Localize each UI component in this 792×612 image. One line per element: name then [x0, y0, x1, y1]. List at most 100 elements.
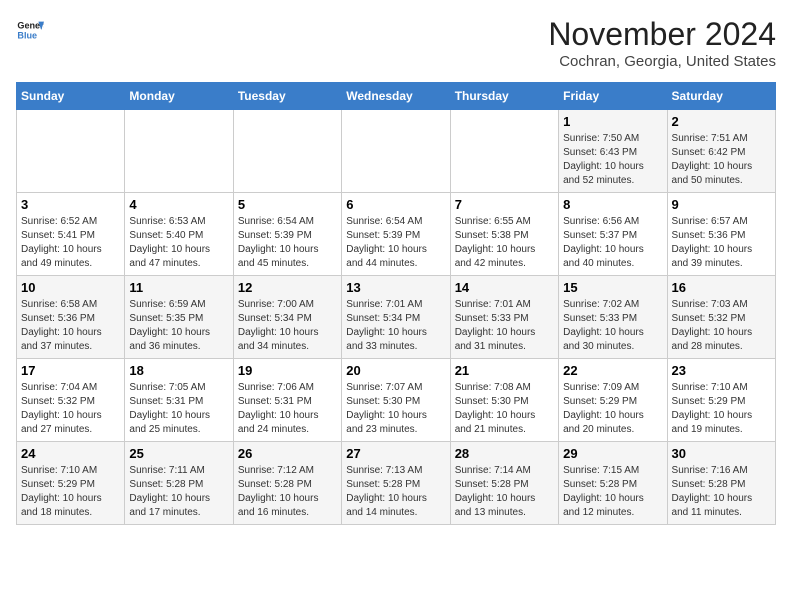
day-number: 28	[455, 446, 554, 461]
calendar-cell: 16 Sunrise: 7:03 AM Sunset: 5:32 PM Dayli…	[667, 276, 775, 359]
day-info: Sunrise: 7:16 AM Sunset: 5:28 PM Dayligh…	[672, 464, 771, 520]
calendar-cell: 21 Sunrise: 7:08 AM Sunset: 5:30 PM Dayli…	[450, 359, 558, 442]
calendar-cell: 5 Sunrise: 6:54 AM Sunset: 5:39 PM Daylig…	[233, 193, 341, 276]
calendar-cell	[125, 110, 233, 193]
day-number: 24	[21, 446, 120, 461]
calendar-cell: 6 Sunrise: 6:54 AM Sunset: 5:39 PM Daylig…	[342, 193, 450, 276]
calendar-cell: 24 Sunrise: 7:10 AM Sunset: 5:29 PM Dayli…	[17, 442, 125, 525]
day-number: 3	[21, 197, 120, 212]
page-header: General Blue November 2024 Cochran, Geor…	[16, 16, 776, 70]
day-info: Sunrise: 6:54 AM Sunset: 5:39 PM Dayligh…	[346, 215, 445, 271]
day-number: 7	[455, 197, 554, 212]
logo: General Blue	[16, 16, 44, 44]
day-info: Sunrise: 6:53 AM Sunset: 5:40 PM Dayligh…	[129, 215, 228, 271]
calendar-cell: 19Sunrise: 7:06 AM Sunset: 5:31 PM Dayli…	[233, 359, 341, 442]
calendar-cell: 7 Sunrise: 6:55 AM Sunset: 5:38 PM Daylig…	[450, 193, 558, 276]
calendar-cell: 30 Sunrise: 7:16 AM Sunset: 5:28 PM Dayli…	[667, 442, 775, 525]
calendar-week-row: 10 Sunrise: 6:58 AM Sunset: 5:36 PM Dayli…	[17, 276, 776, 359]
calendar-cell: 18Sunrise: 7:05 AM Sunset: 5:31 PM Dayli…	[125, 359, 233, 442]
calendar-subtitle: Cochran, Georgia, United States	[548, 53, 776, 70]
day-number: 25	[129, 446, 228, 461]
day-number: 8	[563, 197, 662, 212]
calendar-cell	[17, 110, 125, 193]
calendar-cell: 29Sunrise: 7:15 AM Sunset: 5:28 PM Dayli…	[559, 442, 667, 525]
day-number: 4	[129, 197, 228, 212]
day-info: Sunrise: 7:10 AM Sunset: 5:29 PM Dayligh…	[672, 381, 771, 437]
day-info: Sunrise: 7:01 AM Sunset: 5:34 PM Dayligh…	[346, 298, 445, 354]
day-info: Sunrise: 7:50 AM Sunset: 6:43 PM Dayligh…	[563, 132, 662, 188]
day-info: Sunrise: 7:09 AM Sunset: 5:29 PM Dayligh…	[563, 381, 662, 437]
day-info: Sunrise: 6:58 AM Sunset: 5:36 PM Dayligh…	[21, 298, 120, 354]
day-info: Sunrise: 6:57 AM Sunset: 5:36 PM Dayligh…	[672, 215, 771, 271]
day-number: 12	[238, 280, 337, 295]
day-number: 5	[238, 197, 337, 212]
calendar-cell	[450, 110, 558, 193]
weekday-header-thursday: Thursday	[450, 83, 558, 110]
day-info: Sunrise: 6:55 AM Sunset: 5:38 PM Dayligh…	[455, 215, 554, 271]
day-info: Sunrise: 6:59 AM Sunset: 5:35 PM Dayligh…	[129, 298, 228, 354]
day-number: 6	[346, 197, 445, 212]
calendar-cell: 23 Sunrise: 7:10 AM Sunset: 5:29 PM Dayli…	[667, 359, 775, 442]
day-number: 2	[672, 114, 771, 129]
calendar-cell: 22 Sunrise: 7:09 AM Sunset: 5:29 PM Dayli…	[559, 359, 667, 442]
day-info: Sunrise: 6:56 AM Sunset: 5:37 PM Dayligh…	[563, 215, 662, 271]
calendar-cell: 28 Sunrise: 7:14 AM Sunset: 5:28 PM Dayli…	[450, 442, 558, 525]
day-number: 15	[563, 280, 662, 295]
day-number: 11	[129, 280, 228, 295]
day-info: Sunrise: 7:15 AM Sunset: 5:28 PM Dayligh…	[563, 464, 662, 520]
day-info: Sunrise: 7:04 AM Sunset: 5:32 PM Dayligh…	[21, 381, 120, 437]
weekday-header-row: SundayMondayTuesdayWednesdayThursdayFrid…	[17, 83, 776, 110]
calendar-cell: 13 Sunrise: 7:01 AM Sunset: 5:34 PM Dayli…	[342, 276, 450, 359]
calendar-cell	[233, 110, 341, 193]
day-info: Sunrise: 7:08 AM Sunset: 5:30 PM Dayligh…	[455, 381, 554, 437]
day-info: Sunrise: 7:02 AM Sunset: 5:33 PM Dayligh…	[563, 298, 662, 354]
day-number: 9	[672, 197, 771, 212]
calendar-week-row: 24 Sunrise: 7:10 AM Sunset: 5:29 PM Dayli…	[17, 442, 776, 525]
day-info: Sunrise: 7:14 AM Sunset: 5:28 PM Dayligh…	[455, 464, 554, 520]
calendar-cell: 11 Sunrise: 6:59 AM Sunset: 5:35 PM Dayli…	[125, 276, 233, 359]
calendar-table: SundayMondayTuesdayWednesdayThursdayFrid…	[16, 82, 776, 525]
day-number: 30	[672, 446, 771, 461]
day-number: 17	[21, 363, 120, 378]
logo-icon: General Blue	[16, 16, 44, 44]
day-info: Sunrise: 7:12 AM Sunset: 5:28 PM Dayligh…	[238, 464, 337, 520]
day-number: 16	[672, 280, 771, 295]
day-number: 13	[346, 280, 445, 295]
calendar-cell: 20 Sunrise: 7:07 AM Sunset: 5:30 PM Dayli…	[342, 359, 450, 442]
day-info: Sunrise: 7:03 AM Sunset: 5:32 PM Dayligh…	[672, 298, 771, 354]
calendar-week-row: 17 Sunrise: 7:04 AM Sunset: 5:32 PM Dayli…	[17, 359, 776, 442]
day-number: 21	[455, 363, 554, 378]
calendar-cell: 10 Sunrise: 6:58 AM Sunset: 5:36 PM Dayli…	[17, 276, 125, 359]
title-section: November 2024 Cochran, Georgia, United S…	[548, 16, 776, 70]
calendar-title: November 2024	[548, 16, 776, 53]
calendar-cell: 27Sunrise: 7:13 AM Sunset: 5:28 PM Dayli…	[342, 442, 450, 525]
calendar-cell: 8 Sunrise: 6:56 AM Sunset: 5:37 PM Daylig…	[559, 193, 667, 276]
day-info: Sunrise: 6:54 AM Sunset: 5:39 PM Dayligh…	[238, 215, 337, 271]
calendar-cell	[342, 110, 450, 193]
day-number: 20	[346, 363, 445, 378]
day-number: 22	[563, 363, 662, 378]
calendar-week-row: 3 Sunrise: 6:52 AM Sunset: 5:41 PM Daylig…	[17, 193, 776, 276]
day-info: Sunrise: 7:10 AM Sunset: 5:29 PM Dayligh…	[21, 464, 120, 520]
calendar-cell: 2Sunrise: 7:51 AM Sunset: 6:42 PM Daylig…	[667, 110, 775, 193]
calendar-cell: 17 Sunrise: 7:04 AM Sunset: 5:32 PM Dayli…	[17, 359, 125, 442]
day-number: 23	[672, 363, 771, 378]
calendar-cell: 15 Sunrise: 7:02 AM Sunset: 5:33 PM Dayli…	[559, 276, 667, 359]
day-number: 26	[238, 446, 337, 461]
day-number: 1	[563, 114, 662, 129]
svg-text:Blue: Blue	[17, 30, 37, 40]
weekday-header-saturday: Saturday	[667, 83, 775, 110]
day-info: Sunrise: 7:11 AM Sunset: 5:28 PM Dayligh…	[129, 464, 228, 520]
day-info: Sunrise: 7:13 AM Sunset: 5:28 PM Dayligh…	[346, 464, 445, 520]
calendar-cell: 26 Sunrise: 7:12 AM Sunset: 5:28 PM Dayli…	[233, 442, 341, 525]
day-info: Sunrise: 7:07 AM Sunset: 5:30 PM Dayligh…	[346, 381, 445, 437]
weekday-header-tuesday: Tuesday	[233, 83, 341, 110]
day-info: Sunrise: 7:05 AM Sunset: 5:31 PM Dayligh…	[129, 381, 228, 437]
weekday-header-wednesday: Wednesday	[342, 83, 450, 110]
day-number: 10	[21, 280, 120, 295]
calendar-week-row: 1 Sunrise: 7:50 AM Sunset: 6:43 PM Daylig…	[17, 110, 776, 193]
day-info: Sunrise: 7:00 AM Sunset: 5:34 PM Dayligh…	[238, 298, 337, 354]
day-number: 14	[455, 280, 554, 295]
weekday-header-sunday: Sunday	[17, 83, 125, 110]
day-info: Sunrise: 6:52 AM Sunset: 5:41 PM Dayligh…	[21, 215, 120, 271]
